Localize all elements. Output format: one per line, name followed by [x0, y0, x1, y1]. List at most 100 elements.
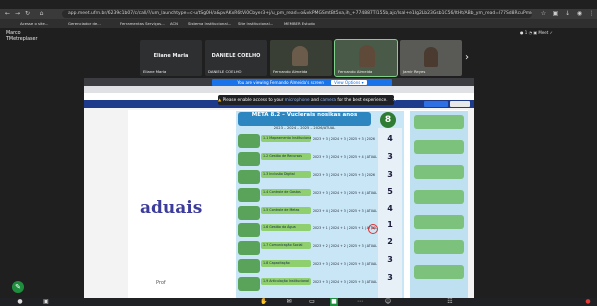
row-illustration [238, 134, 260, 148]
participant-video [359, 45, 375, 67]
row-years: 2023 + 3 | 2024 + 3 | 2025 + 3 | ATUAL [313, 280, 377, 284]
reload-icon[interactable]: ↻ [24, 10, 31, 17]
right-panel-item [414, 265, 464, 279]
bookmark-item[interactable]: Gerenciador de... [68, 20, 101, 27]
row-label: 1.3 Inclusão Digital [261, 171, 311, 178]
row-illustration [238, 206, 260, 220]
leave-call-icon[interactable]: ● [584, 298, 592, 306]
meta-row: 1.3 Inclusão Digital 2023 + 3 | 2024 + 3 … [238, 169, 375, 185]
home-icon[interactable]: ⌂ [38, 10, 45, 17]
row-years: 2023 + 3 | 2024 + 3 | 2025 + 3 | ATUAL [313, 262, 377, 266]
row-label: 1.2 Gestão de Recursos [261, 153, 311, 160]
participant-tile[interactable]: Fernando Almeida [270, 40, 332, 76]
slide-title-fragment: aduais [140, 198, 203, 218]
participant-label: DANIELE COELHO [208, 69, 242, 74]
back-icon[interactable]: ← [4, 10, 11, 17]
participants-icon[interactable]: ☷ [446, 298, 454, 306]
camera-icon[interactable]: ▣ [42, 298, 50, 306]
row-years: 2023 + 3 | 2024 + 3 | 2025 + 3 | 2026 [313, 137, 375, 141]
bookmark-item[interactable]: Sistema Institucional... [188, 20, 231, 27]
meta-row: 1.8 Capacitação 2023 + 3 | 2024 + 3 | 202… [238, 258, 377, 274]
row-number: 3 [387, 152, 393, 161]
row-illustration [238, 152, 260, 166]
notice-text: Please enable access to your [222, 97, 284, 102]
row-number: 5 [387, 187, 393, 196]
participant-tile[interactable]: Fernando Almeida [334, 39, 398, 77]
close-icon[interactable]: ✕ [393, 97, 397, 102]
close-circle-icon: ✕ [368, 224, 378, 234]
shared-tabs [84, 86, 474, 93]
row-number: 4 [387, 134, 393, 143]
row-label: 1.6 Gestão da Água [261, 224, 311, 231]
meta-row: 1.4 Controle de Gastos 2023 + 3 | 2024 + … [238, 187, 377, 203]
meta-row: 1.2 Gestão de Recursos 2023 + 3 | 2024 + … [238, 151, 377, 167]
star-icon[interactable]: ☆ [540, 10, 547, 17]
present-icon[interactable]: ■ [330, 298, 338, 306]
downloads-icon[interactable]: ↓ [564, 10, 571, 17]
participant-video [292, 46, 308, 66]
permission-notice: ▲ Please enable access to your microphon… [218, 95, 397, 105]
row-years: 2023 + 2 | 2024 + 2 | 2025 + 3 | ATUAL [313, 244, 377, 248]
row-number: 2 [387, 237, 393, 246]
participant-label: Eliane Maria [143, 69, 167, 74]
meta-row: 1.9 Articulação Institucional 2023 + 3 | … [238, 276, 377, 292]
bookmark-item[interactable]: ACN [170, 20, 178, 27]
participant-label: Fernando Almeida [273, 69, 308, 74]
row-label: 1.1 Mapeamento Institucional [261, 135, 311, 142]
shared-secondary-button[interactable] [450, 101, 470, 107]
chat-icon[interactable]: ✉ [285, 298, 293, 306]
bookmark-item[interactable]: Site Institucional... [238, 20, 273, 27]
profile-icon[interactable]: ◉ [576, 10, 583, 17]
emoji-icon[interactable]: ☺ [384, 298, 392, 306]
row-label: 1.7 Comunicação Social [261, 242, 311, 249]
row-label: 1.4 Controle de Gastos [261, 189, 311, 196]
meta-title: META 8.2 – Vuclerais nosikas anos [238, 112, 371, 126]
meta-row: 1.6 Gestão da Água 2023 + 1 | 2024 + 1 | … [238, 222, 377, 238]
row-illustration [238, 241, 260, 255]
row-label: 1.9 Articulação Institucional [261, 278, 311, 285]
row-illustration [238, 277, 260, 291]
meta-row: 1.1 Mapeamento Institucional 2023 + 3 | 2… [238, 133, 375, 149]
address-bar[interactable]: app.meet.ufrn.br/6239c1b07/c/call/?/um_l… [62, 10, 532, 18]
right-panel-item [414, 140, 464, 154]
right-panel-item [414, 115, 464, 129]
participant-tile[interactable]: Jamir Reyes [400, 40, 462, 76]
mic-icon[interactable]: ● [16, 298, 24, 306]
row-number: 3 [387, 170, 393, 179]
more-icon[interactable]: ⋯ [356, 298, 364, 306]
meta-years: 2023 – 2024 – 2025 – 2026/ATUAL [273, 126, 336, 130]
participant-name: Eliane Maria [153, 53, 189, 59]
row-years: 2023 + 4 | 2024 + 3 | 2025 + 3 | ATUAL [313, 209, 377, 213]
row-illustration [238, 170, 260, 184]
row-years: 2023 + 3 | 2024 + 3 | 2025 + 4 | ATUAL [313, 191, 377, 195]
meet-toolbar[interactable]: ● 1 ◔ ▣ Meet ✓ [520, 30, 553, 35]
bookmark-item[interactable]: Ferramentas Serviços... [120, 20, 165, 27]
meeting-title: Marco TMetreplaser [6, 31, 38, 42]
row-illustration [238, 259, 260, 273]
participant-tile[interactable]: Eliane Maria Eliane Maria [140, 40, 202, 76]
forward-icon[interactable]: → [14, 10, 21, 17]
participant-label: Fernando Almeida [338, 69, 373, 74]
extensions-icon[interactable]: ▣ [552, 10, 559, 17]
meta-row: 1.7 Comunicação Social 2023 + 2 | 2024 + … [238, 240, 377, 256]
shared-primary-button[interactable] [424, 101, 448, 107]
microphone-link[interactable]: microphone [285, 97, 310, 102]
camera-link[interactable]: camera [320, 97, 336, 102]
right-panel-item [414, 190, 464, 204]
bookmark-item[interactable]: Acesse o site... [20, 20, 48, 27]
view-options-button[interactable]: View Options ▾ [331, 80, 367, 85]
right-panel-item [414, 215, 464, 229]
menu-icon[interactable]: ⋮ [588, 10, 595, 17]
row-illustration [238, 188, 260, 202]
notice-and: and [310, 97, 319, 102]
share-screen-icon[interactable]: ▭ [308, 298, 316, 306]
meta-row: 1.5 Controle de Metas 2023 + 4 | 2024 + 3… [238, 205, 377, 221]
hand-icon[interactable]: ✋ [260, 298, 268, 306]
next-page-icon[interactable]: › [465, 52, 469, 63]
bookmark-item[interactable]: MEMBER Estudo [284, 20, 315, 27]
participant-tile[interactable]: DANIELE COELHO DANIELE COELHO [205, 40, 267, 76]
participant-name: DANIELE COELHO [211, 53, 261, 59]
row-illustration [238, 223, 260, 237]
viewing-banner-text: You are viewing Fernando Almeida's scree… [237, 80, 324, 85]
pen-icon[interactable]: ✎ [12, 281, 24, 293]
